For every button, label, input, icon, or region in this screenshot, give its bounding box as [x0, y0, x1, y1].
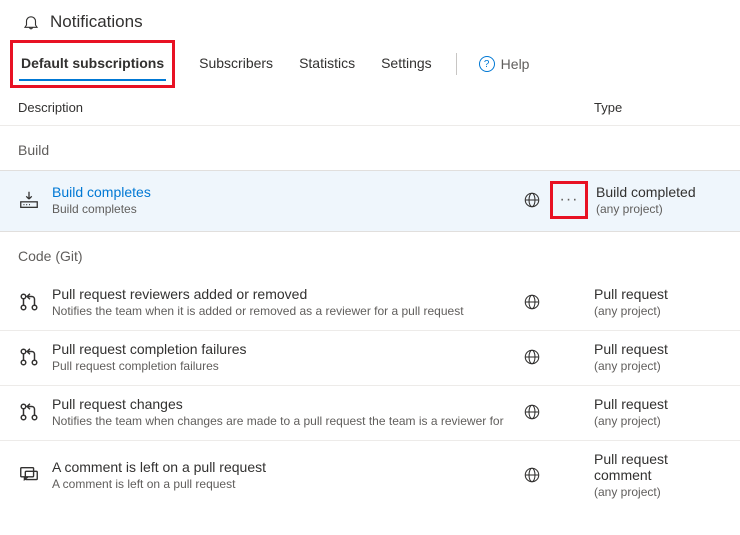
row-title-link[interactable]: Build completes	[52, 184, 151, 200]
row-type-sub: (any project)	[594, 304, 722, 318]
tab-default-subscriptions[interactable]: Default subscriptions	[19, 47, 166, 81]
tabs: Default subscriptions Subscribers Statis…	[0, 40, 740, 88]
page-title: Notifications	[50, 12, 143, 32]
build-icon	[18, 189, 52, 211]
globe-icon	[514, 403, 550, 421]
column-type: Type	[514, 100, 722, 115]
row-subtitle: Notifies the team when it is added or re…	[52, 304, 514, 318]
help-link[interactable]: ? Help	[479, 56, 530, 72]
row-build-completes[interactable]: Build completes Build completes ··· Buil…	[0, 170, 740, 232]
bell-icon	[22, 13, 40, 31]
pull-request-icon	[18, 291, 52, 313]
row-pr-reviewers[interactable]: Pull request reviewers added or removed …	[0, 276, 740, 331]
pull-request-icon	[18, 401, 52, 423]
help-label: Help	[501, 56, 530, 72]
page-header: Notifications	[0, 0, 740, 40]
row-type-sub: (any project)	[594, 414, 722, 428]
highlight-default-subscriptions: Default subscriptions	[10, 40, 175, 88]
globe-icon	[514, 191, 550, 209]
row-subtitle: Notifies the team when changes are made …	[52, 414, 514, 428]
row-title: A comment is left on a pull request	[52, 459, 514, 475]
tab-statistics[interactable]: Statistics	[297, 47, 357, 81]
row-subtitle: A comment is left on a pull request	[52, 477, 514, 491]
row-title: Pull request completion failures	[52, 341, 514, 357]
row-title: Pull request reviewers added or removed	[52, 286, 514, 302]
row-type-title: Pull request comment	[594, 451, 722, 483]
columns-header: Description Type	[0, 88, 740, 126]
help-icon: ?	[479, 56, 495, 72]
row-type-sub: (any project)	[594, 359, 722, 373]
row-pr-completion-failures[interactable]: Pull request completion failures Pull re…	[0, 331, 740, 386]
tab-settings[interactable]: Settings	[379, 47, 434, 81]
row-type-sub: (any project)	[596, 202, 722, 216]
group-build-label: Build	[0, 126, 740, 170]
group-code-git-label: Code (Git)	[0, 232, 740, 276]
row-pr-comment[interactable]: A comment is left on a pull request A co…	[0, 441, 740, 511]
globe-icon	[514, 293, 550, 311]
row-subtitle: Build completes	[52, 202, 514, 216]
tab-subscribers[interactable]: Subscribers	[197, 47, 275, 81]
tab-divider	[456, 53, 457, 75]
highlight-more-button: ···	[550, 181, 588, 219]
column-description: Description	[18, 100, 514, 115]
pull-request-icon	[18, 346, 52, 368]
row-type-title: Pull request	[594, 396, 722, 412]
globe-icon	[514, 348, 550, 366]
row-type-title: Pull request	[594, 286, 722, 302]
comment-icon	[18, 464, 52, 486]
row-type-title: Pull request	[594, 341, 722, 357]
row-title: Pull request changes	[52, 396, 514, 412]
more-button[interactable]: ···	[555, 186, 583, 214]
row-type-title: Build completed	[596, 184, 722, 200]
globe-icon	[514, 466, 550, 484]
row-subtitle: Pull request completion failures	[52, 359, 514, 373]
row-pr-changes[interactable]: Pull request changes Notifies the team w…	[0, 386, 740, 441]
row-type-sub: (any project)	[594, 485, 722, 499]
